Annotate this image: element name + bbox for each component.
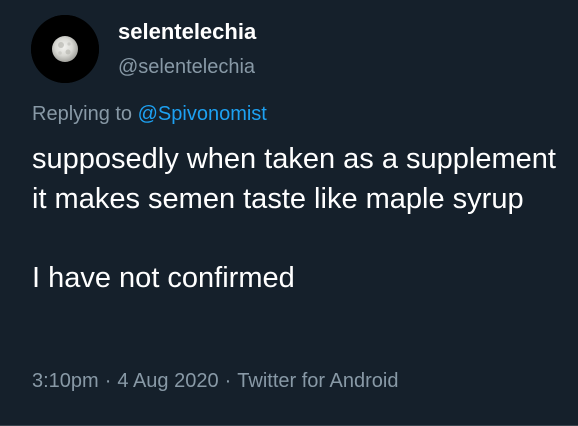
separator: · bbox=[224, 370, 232, 392]
tweet-text-paragraph: supposedly when taken as a supplement it… bbox=[32, 143, 556, 215]
tweet-card: selentelechia @selentelechia Replying to… bbox=[0, 0, 578, 426]
tweet-metadata: 3:10pm · 4 Aug 2020 · Twitter for Android bbox=[32, 370, 398, 393]
replying-to-line: Replying to @Spivonomist bbox=[32, 103, 267, 126]
display-name[interactable]: selentelechia bbox=[118, 19, 256, 45]
tweet-text: supposedly when taken as a supplement it… bbox=[32, 140, 562, 298]
user-handle[interactable]: @selentelechia bbox=[118, 56, 255, 79]
tweet-text-paragraph: I have not confirmed bbox=[32, 261, 295, 294]
replying-to-label: Replying to bbox=[32, 103, 133, 125]
moon-icon bbox=[31, 15, 99, 83]
avatar[interactable] bbox=[31, 15, 99, 83]
separator: · bbox=[104, 370, 112, 392]
tweet-source[interactable]: Twitter for Android bbox=[237, 370, 398, 392]
tweet-time[interactable]: 3:10pm bbox=[32, 370, 99, 392]
tweet-date[interactable]: 4 Aug 2020 bbox=[117, 370, 218, 392]
mention-link[interactable]: @Spivonomist bbox=[138, 103, 267, 125]
